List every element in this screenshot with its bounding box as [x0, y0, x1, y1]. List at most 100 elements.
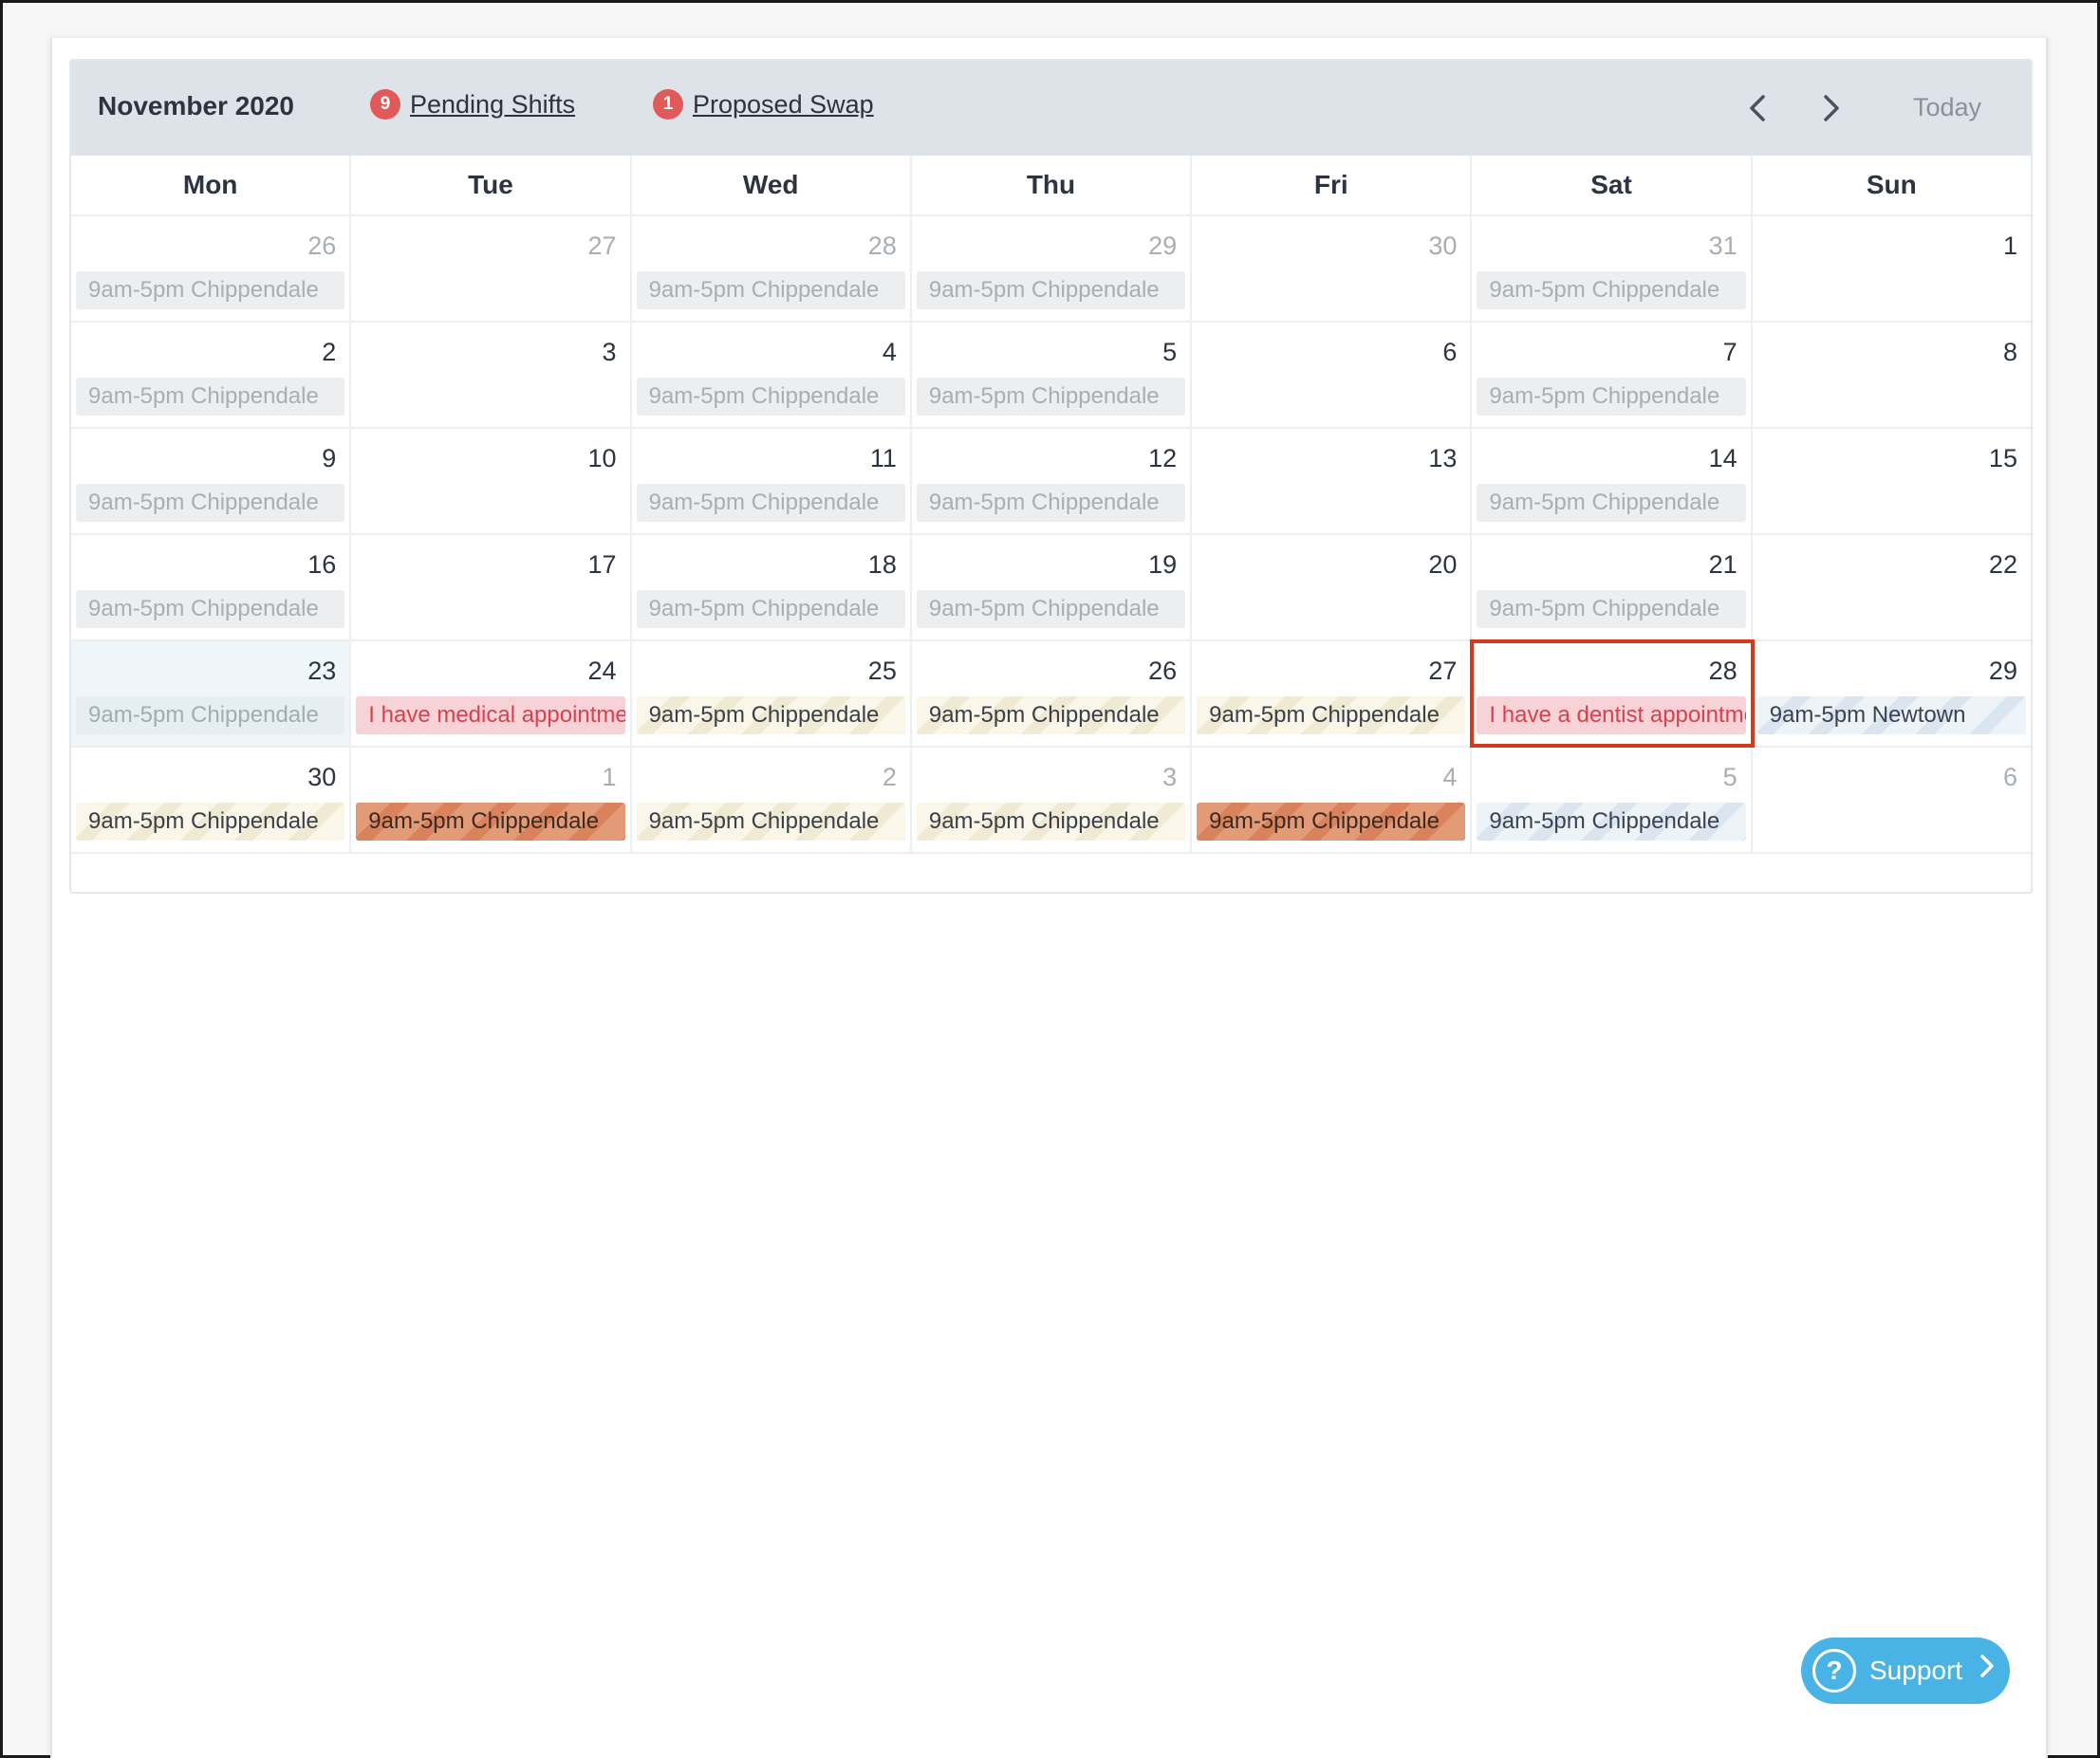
day-cell[interactable]: 1 [1753, 216, 2031, 321]
day-cell[interactable]: 6 [1753, 748, 2031, 852]
weekday-sun: Sun [1866, 170, 1917, 199]
shift-event[interactable]: 9am-5pm Chippendale [1477, 590, 1746, 628]
day-cell[interactable]: 11 9am-5pm Chippendale [632, 429, 912, 533]
day-cell[interactable]: 31 9am-5pm Chippendale [1472, 216, 1753, 321]
shift-event[interactable]: I have medical appointment [356, 696, 625, 734]
day-number: 3 [1162, 763, 1178, 791]
shift-event[interactable]: 9am-5pm Chippendale [636, 378, 905, 416]
day-cell[interactable]: 30 [1192, 216, 1473, 321]
day-number: 27 [587, 231, 617, 260]
shift-event[interactable]: 9am-5pm Chippendale [636, 271, 905, 309]
shift-event[interactable]: 9am-5pm Chippendale [76, 590, 345, 628]
proposed-swap-link[interactable]: 1 Proposed Swap [653, 89, 874, 120]
day-number: 6 [2002, 763, 2017, 791]
day-cell[interactable]: 30 9am-5pm Chippendale [71, 748, 352, 852]
day-number: 12 [1148, 444, 1178, 472]
day-cell[interactable]: 14 9am-5pm Chippendale [1472, 429, 1753, 533]
previous-month-button[interactable] [1737, 87, 1778, 129]
proposed-swap-badge: 1 [653, 89, 683, 120]
day-cell[interactable]: 25 9am-5pm Chippendale [632, 641, 912, 746]
shift-event[interactable]: 9am-5pm Chippendale [1197, 803, 1466, 841]
next-month-button[interactable] [1811, 87, 1852, 129]
shift-event[interactable]: 9am-5pm Chippendale [76, 696, 345, 734]
shift-event[interactable]: 9am-5pm Chippendale [636, 484, 905, 522]
shift-event[interactable]: 9am-5pm Chippendale [916, 590, 1186, 628]
day-cell[interactable]: 4 9am-5pm Chippendale [1192, 748, 1473, 852]
day-cell[interactable]: 26 9am-5pm Chippendale [912, 641, 1193, 746]
day-cell[interactable]: 6 [1192, 323, 1473, 427]
day-number: 10 [587, 444, 617, 472]
shift-event[interactable]: 9am-5pm Chippendale [1197, 696, 1466, 734]
day-number: 23 [307, 657, 337, 685]
day-cell[interactable]: 20 [1192, 535, 1473, 639]
day-cell[interactable]: 3 [351, 323, 632, 427]
shift-event[interactable]: 9am-5pm Chippendale [1477, 271, 1746, 309]
shift-event[interactable]: 9am-5pm Chippendale [636, 696, 905, 734]
day-number: 19 [1148, 550, 1178, 579]
day-cell[interactable]: 12 9am-5pm Chippendale [912, 429, 1193, 533]
day-cell[interactable]: 7 9am-5pm Chippendale [1472, 323, 1753, 427]
shift-event[interactable]: 9am-5pm Chippendale [636, 590, 905, 628]
question-icon: ? [1812, 1649, 1856, 1693]
day-cell[interactable]: 2 9am-5pm Chippendale [71, 323, 352, 427]
day-cell[interactable]: 28 9am-5pm Chippendale [632, 216, 912, 321]
shift-event[interactable]: 9am-5pm Chippendale [916, 484, 1186, 522]
day-number: 7 [1722, 338, 1738, 366]
pending-shifts-link[interactable]: 9 Pending Shifts [370, 89, 575, 120]
day-number: 8 [2002, 338, 2017, 366]
weekday-header-row: Mon Tue Wed Thu Fri Sat Sun [71, 156, 2031, 216]
shift-event[interactable]: I have a dentist appointment [1477, 696, 1746, 734]
day-cell[interactable]: 24 I have medical appointment [351, 641, 632, 746]
day-cell[interactable]: 29 9am-5pm Chippendale [912, 216, 1193, 321]
day-cell[interactable]: 27 9am-5pm Chippendale [1192, 641, 1473, 746]
shift-event[interactable]: 9am-5pm Chippendale [76, 378, 345, 416]
day-cell[interactable]: 21 9am-5pm Chippendale [1472, 535, 1753, 639]
day-number: 14 [1708, 444, 1738, 472]
day-number: 5 [1162, 338, 1178, 366]
main-panel: November 2020 9 Pending Shifts 1 Propose… [50, 38, 2048, 1758]
shift-event[interactable]: 9am-5pm Chippendale [76, 484, 345, 522]
day-cell[interactable]: 5 9am-5pm Chippendale [1472, 748, 1753, 852]
day-cell[interactable]: 17 [351, 535, 632, 639]
shift-event[interactable]: 9am-5pm Chippendale [916, 696, 1186, 734]
day-cell[interactable]: 5 9am-5pm Chippendale [912, 323, 1193, 427]
shift-event[interactable]: 9am-5pm Chippendale [916, 378, 1186, 416]
shift-event[interactable]: 9am-5pm Newtown [1756, 696, 2026, 734]
shift-event[interactable]: 9am-5pm Chippendale [916, 271, 1186, 309]
shift-event[interactable]: 9am-5pm Chippendale [1477, 378, 1746, 416]
shift-event[interactable]: 9am-5pm Chippendale [1477, 484, 1746, 522]
day-number: 26 [1148, 657, 1178, 685]
day-cell[interactable]: 28 I have a dentist appointment [1470, 639, 1755, 748]
shift-event[interactable]: 9am-5pm Chippendale [1477, 803, 1746, 841]
week-row: 2 9am-5pm Chippendale 3 4 9am-5pm Chippendal… [71, 323, 2031, 429]
day-cell[interactable]: 23 9am-5pm Chippendale [71, 641, 352, 746]
day-cell[interactable]: 26 9am-5pm Chippendale [71, 216, 352, 321]
day-cell[interactable]: 1 9am-5pm Chippendale [351, 748, 632, 852]
day-number: 22 [1988, 550, 2017, 579]
day-cell[interactable]: 8 [1753, 323, 2031, 427]
day-number: 28 [1708, 657, 1738, 685]
day-cell[interactable]: 15 [1753, 429, 2031, 533]
shift-event[interactable]: 9am-5pm Chippendale [916, 803, 1186, 841]
day-cell[interactable]: 29 9am-5pm Newtown [1753, 641, 2031, 746]
weekday-thu: Thu [912, 156, 1193, 214]
day-cell[interactable]: 18 9am-5pm Chippendale [632, 535, 912, 639]
day-cell[interactable]: 9 9am-5pm Chippendale [71, 429, 352, 533]
day-cell[interactable]: 3 9am-5pm Chippendale [912, 748, 1193, 852]
day-cell[interactable]: 2 9am-5pm Chippendale [632, 748, 912, 852]
day-cell[interactable]: 19 9am-5pm Chippendale [912, 535, 1193, 639]
day-cell[interactable]: 10 [351, 429, 632, 533]
day-cell[interactable]: 4 9am-5pm Chippendale [632, 323, 912, 427]
shift-event[interactable]: 9am-5pm Chippendale [636, 803, 905, 841]
day-cell[interactable]: 16 9am-5pm Chippendale [71, 535, 352, 639]
shift-event[interactable]: 9am-5pm Chippendale [76, 271, 345, 309]
today-button[interactable]: Today [1913, 93, 1981, 122]
day-cell[interactable]: 13 [1192, 429, 1473, 533]
day-cell[interactable]: 27 [351, 216, 632, 321]
shift-event[interactable]: 9am-5pm Chippendale [76, 803, 345, 841]
support-button[interactable]: ? Support [1801, 1638, 2010, 1704]
week-row: 23 9am-5pm Chippendale 24 I have medical ap… [71, 639, 2031, 748]
day-number: 30 [1428, 231, 1458, 260]
day-cell[interactable]: 22 [1753, 535, 2031, 639]
shift-event[interactable]: 9am-5pm Chippendale [356, 803, 625, 841]
